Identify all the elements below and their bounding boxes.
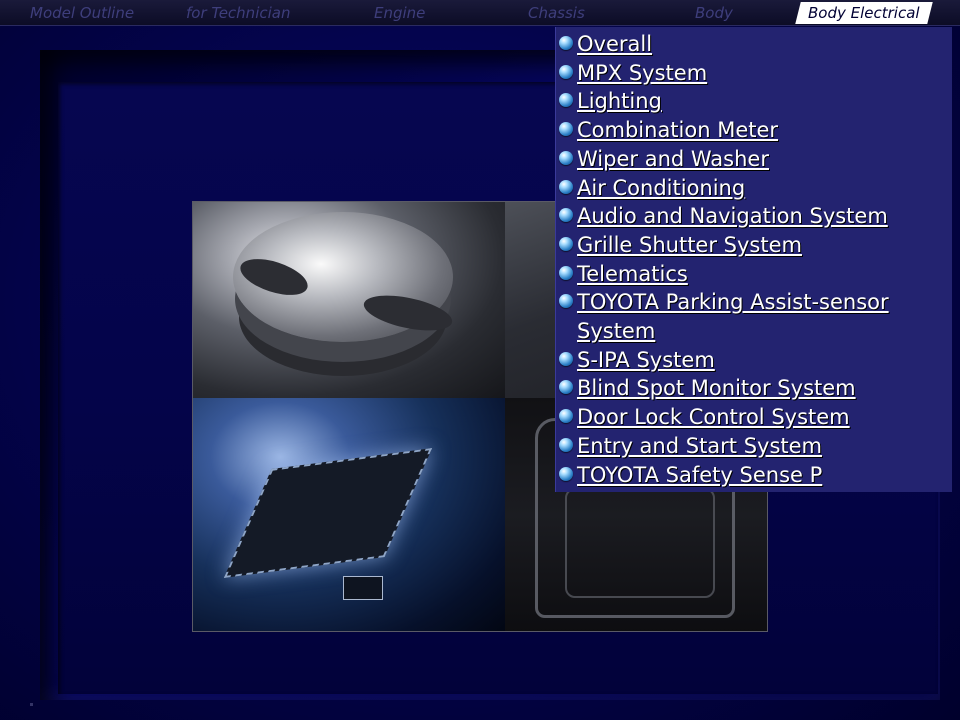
- blue-sphere-bullet-icon: [559, 179, 573, 194]
- menu-item-toyota-safety-sense-p[interactable]: TOYOTA Safety Sense P: [556, 461, 952, 490]
- blue-sphere-bullet-icon: [559, 236, 573, 251]
- corner-marker: [30, 703, 33, 706]
- menu-item-door-lock-control[interactable]: Door Lock Control System: [556, 403, 952, 432]
- piston-photo: [193, 202, 505, 398]
- menu-item-telematics[interactable]: Telematics: [556, 260, 952, 289]
- menu-item-overall[interactable]: Overall: [556, 30, 952, 59]
- menu-item-label[interactable]: Grille Shutter System: [577, 231, 947, 260]
- menu-item-wiper-and-washer[interactable]: Wiper and Washer: [556, 145, 952, 174]
- circuit-chip-photo: [193, 398, 505, 631]
- blue-sphere-bullet-icon: [559, 409, 573, 424]
- menu-item-label[interactable]: Blind Spot Monitor System: [577, 374, 947, 403]
- body-frame-outline: [565, 488, 715, 598]
- menu-item-label[interactable]: Telematics: [577, 260, 947, 289]
- menu-item-grille-shutter[interactable]: Grille Shutter System: [556, 231, 952, 260]
- menu-item-label[interactable]: Combination Meter: [577, 116, 947, 145]
- tab-body-electrical-label: Body Electrical: [808, 4, 920, 22]
- top-navigation-bar: Model Outline for Technician Engine Chas…: [0, 0, 960, 26]
- menu-item-label[interactable]: Entry and Start System: [577, 432, 947, 461]
- menu-item-entry-and-start[interactable]: Entry and Start System: [556, 432, 952, 461]
- blue-sphere-bullet-icon: [559, 351, 573, 366]
- blue-sphere-bullet-icon: [559, 380, 573, 395]
- menu-item-label[interactable]: Wiper and Washer: [577, 145, 947, 174]
- menu-item-lighting[interactable]: Lighting: [556, 87, 952, 116]
- menu-item-label[interactable]: Door Lock Control System: [577, 403, 947, 432]
- menu-item-blind-spot-monitor[interactable]: Blind Spot Monitor System: [556, 374, 952, 403]
- blue-sphere-bullet-icon: [559, 294, 573, 309]
- menu-item-parking-assist-sensor[interactable]: TOYOTA Parking Assist-sensor System: [556, 288, 952, 345]
- tab-body[interactable]: Body: [695, 2, 733, 24]
- small-component: [343, 576, 383, 600]
- menu-item-label[interactable]: MPX System: [577, 59, 947, 88]
- blue-sphere-bullet-icon: [559, 122, 573, 137]
- blue-sphere-bullet-icon: [559, 466, 573, 481]
- tab-engine[interactable]: Engine: [374, 2, 425, 24]
- blue-sphere-bullet-icon: [559, 208, 573, 223]
- menu-item-label[interactable]: Air Conditioning: [577, 174, 947, 203]
- blue-sphere-bullet-icon: [559, 437, 573, 452]
- tab-chassis[interactable]: Chassis: [528, 2, 585, 24]
- blue-sphere-bullet-icon: [559, 36, 573, 50]
- menu-item-label[interactable]: TOYOTA Parking Assist-sensor System: [577, 288, 947, 345]
- tab-body-electrical[interactable]: Body Electrical: [795, 2, 933, 24]
- menu-item-combination-meter[interactable]: Combination Meter: [556, 116, 952, 145]
- blue-sphere-bullet-icon: [559, 93, 573, 108]
- menu-item-audio-navigation[interactable]: Audio and Navigation System: [556, 202, 952, 231]
- menu-item-air-conditioning[interactable]: Air Conditioning: [556, 174, 952, 203]
- menu-item-label[interactable]: Overall: [577, 30, 947, 59]
- menu-item-mpx-system[interactable]: MPX System: [556, 59, 952, 88]
- blue-sphere-bullet-icon: [559, 265, 573, 280]
- microchip: [223, 448, 433, 578]
- blue-sphere-bullet-icon: [559, 64, 573, 79]
- menu-item-s-ipa-system[interactable]: S-IPA System: [556, 346, 952, 375]
- blue-sphere-bullet-icon: [559, 150, 573, 165]
- menu-item-label[interactable]: TOYOTA Safety Sense P: [577, 461, 947, 490]
- menu-item-label[interactable]: Audio and Navigation System: [577, 202, 947, 231]
- body-electrical-menu: Overall MPX System Lighting Combination …: [555, 27, 952, 492]
- menu-item-label[interactable]: S-IPA System: [577, 346, 947, 375]
- menu-item-label[interactable]: Lighting: [577, 87, 947, 116]
- tab-model-outline[interactable]: Model Outline: [30, 2, 134, 24]
- tab-for-technician[interactable]: for Technician: [186, 2, 290, 24]
